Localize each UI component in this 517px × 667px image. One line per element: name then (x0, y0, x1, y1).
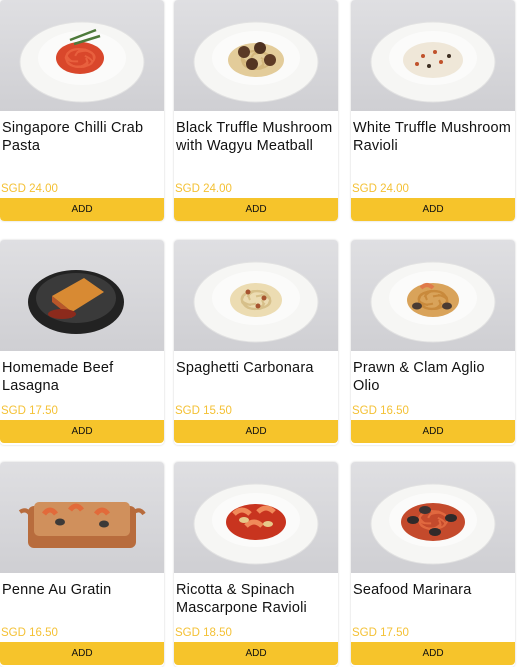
add-to-cart-button[interactable]: ADD (0, 198, 164, 221)
red-pasta-image (19, 21, 145, 103)
menu-item-card[interactable]: Prawn & Clam Aglio Olio SGD 16.50 ADD (351, 240, 515, 445)
add-to-cart-button[interactable]: ADD (174, 198, 338, 221)
dish-name: Penne Au Gratin (2, 582, 112, 598)
carbonara-image (193, 261, 319, 343)
dish-photo[interactable] (0, 462, 164, 573)
dish-price: SGD 17.50 (1, 405, 58, 417)
meatball-pasta-image (193, 21, 319, 103)
marinara-image (370, 483, 496, 565)
tomato-ravioli-image (193, 483, 319, 565)
dish-name: Spaghetti Carbonara (176, 360, 314, 376)
menu-item-card[interactable]: Singapore Chilli Crab Pasta SGD 24.00 ADD (0, 0, 164, 221)
dish-photo[interactable] (0, 0, 164, 111)
menu-item-card[interactable]: Black Truffle Mushroom with Wagyu Meatba… (174, 0, 338, 221)
dish-price: SGD 18.50 (175, 627, 232, 639)
dish-photo[interactable] (174, 240, 338, 351)
dish-photo[interactable] (351, 0, 515, 111)
dish-name: Ricotta & Spinach Mascarpone Ravioli (176, 582, 307, 616)
cream-ravioli-image (370, 21, 496, 103)
dish-price: SGD 15.50 (175, 405, 232, 417)
dish-name: Prawn & Clam Aglio Olio (353, 360, 485, 394)
menu-item-card[interactable]: Seafood Marinara SGD 17.50 ADD (351, 462, 515, 667)
add-to-cart-button[interactable]: ADD (351, 642, 515, 665)
dish-price: SGD 16.50 (1, 627, 58, 639)
menu-item-card[interactable]: Ricotta & Spinach Mascarpone Ravioli SGD … (174, 462, 338, 667)
dish-price: SGD 16.50 (352, 405, 409, 417)
dish-price: SGD 24.00 (175, 183, 232, 195)
dish-name: Black Truffle Mushroom with Wagyu Meatba… (176, 120, 333, 154)
dish-name: Seafood Marinara (353, 582, 472, 598)
dish-price: SGD 24.00 (1, 183, 58, 195)
add-to-cart-button[interactable]: ADD (0, 642, 164, 665)
lasagna-image (28, 270, 124, 334)
dish-photo[interactable] (351, 240, 515, 351)
dish-photo[interactable] (0, 240, 164, 351)
aglio-olio-image (370, 261, 496, 343)
dish-photo[interactable] (174, 0, 338, 111)
add-to-cart-button[interactable]: ADD (174, 420, 338, 443)
add-to-cart-button[interactable]: ADD (0, 420, 164, 443)
menu-item-card[interactable]: Penne Au Gratin SGD 16.50 ADD (0, 462, 164, 667)
dish-name: White Truffle Mushroom Ravioli (353, 120, 512, 154)
menu-item-card[interactable]: Spaghetti Carbonara SGD 15.50 ADD (174, 240, 338, 445)
menu-item-card[interactable]: White Truffle Mushroom Ravioli SGD 24.00 A… (351, 0, 515, 221)
menu-item-card[interactable]: Homemade Beef Lasagna SGD 17.50 ADD (0, 240, 164, 445)
add-to-cart-button[interactable]: ADD (351, 420, 515, 443)
dish-photo[interactable] (351, 462, 515, 573)
dish-name: Homemade Beef Lasagna (2, 360, 114, 394)
dish-price: SGD 24.00 (352, 183, 409, 195)
add-to-cart-button[interactable]: ADD (174, 642, 338, 665)
dish-photo[interactable] (174, 462, 338, 573)
dish-name: Singapore Chilli Crab Pasta (2, 120, 144, 154)
penne-gratin-image (18, 502, 146, 548)
add-to-cart-button[interactable]: ADD (351, 198, 515, 221)
dish-price: SGD 17.50 (352, 627, 409, 639)
